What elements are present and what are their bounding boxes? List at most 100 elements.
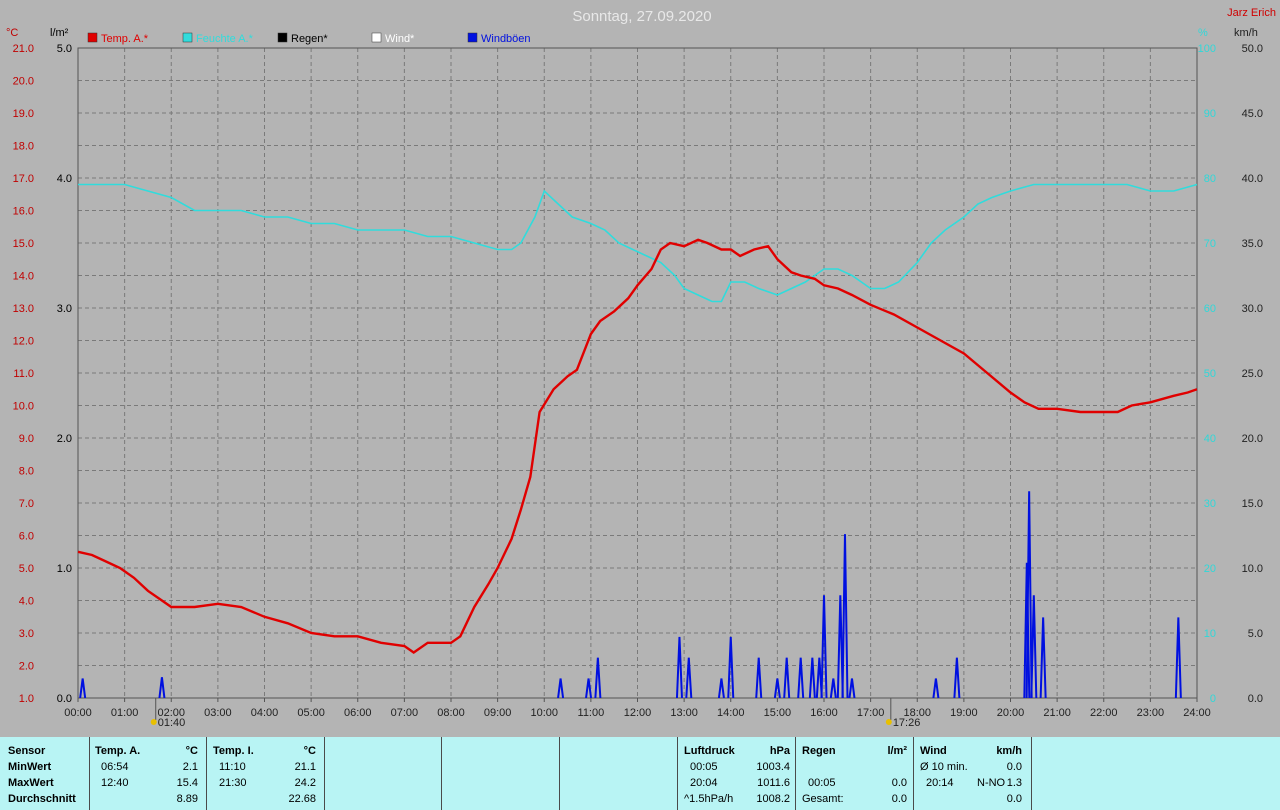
temp-axis-unit: °C [6, 27, 18, 39]
x-tick-label: 08:00 [437, 707, 465, 719]
temp-i-max-val: 24.2 [294, 777, 316, 789]
x-tick-label: 01:00 [111, 707, 139, 719]
x-tick-label: 17:00 [857, 707, 885, 719]
sensor-header: Sensor [8, 745, 46, 757]
wind-axis-unit: km/h [1234, 27, 1258, 39]
wind-tick-label: 45.0 [1242, 108, 1263, 120]
temp-tick-label: 6.0 [19, 531, 34, 543]
temp-tick-label: 16.0 [13, 206, 34, 218]
x-tick-label: 07:00 [391, 707, 419, 719]
x-tick-label: 24:00 [1183, 707, 1211, 719]
time-marker-label: 01:40 [158, 717, 186, 729]
wind-tick-label: 40.0 [1242, 173, 1263, 185]
chart-legend: Temp. A.* Feuchte A.* Regen* Wind* Windböen [87, 32, 531, 45]
temp-tick-label: 1.0 [19, 693, 34, 705]
wind-tick-label: 20.0 [1242, 433, 1263, 445]
rain-total-label: Gesamt: [802, 793, 844, 805]
wind-avg-label: Ø 10 min. [920, 761, 968, 773]
humidity-tick-label: 40 [1204, 433, 1216, 445]
legend-label: Regen* [291, 33, 328, 45]
author-label: Jarz Erich [1227, 7, 1276, 19]
row-avg-label: Durchschnitt [8, 793, 76, 805]
humidity-tick-label: 70 [1204, 238, 1216, 250]
x-tick-label: 22:00 [1090, 707, 1118, 719]
wind-tick-label: 5.0 [1248, 628, 1263, 640]
wind-header: Wind [920, 745, 947, 757]
wind-max-val: 1.3 [1006, 777, 1022, 789]
pressure-trend-val: 1008.2 [756, 793, 790, 805]
gust-spike [1174, 617, 1182, 699]
sun-icon [150, 719, 157, 725]
wind-tick-label: 0.0 [1248, 693, 1263, 705]
gust-spike [932, 678, 940, 699]
x-tick-label: 15:00 [764, 707, 792, 719]
wind-tick-label: 25.0 [1242, 368, 1263, 380]
temp-a-max-val: 15.4 [176, 777, 198, 789]
wind-tick-label: 35.0 [1242, 238, 1263, 250]
humidity-tick-label: 100 [1198, 43, 1216, 55]
legend-swatch [467, 32, 478, 43]
temp-a-header: Temp. A. [95, 745, 141, 757]
temp-tick-label: 14.0 [13, 271, 34, 283]
humidity-tick-label: 10 [1204, 628, 1216, 640]
temp-tick-label: 8.0 [19, 466, 34, 478]
x-tick-label: 09:00 [484, 707, 512, 719]
legend-label: Wind* [385, 33, 415, 45]
rain-tick-label: 2.0 [57, 433, 72, 445]
pressure-max-time: 20:04 [690, 777, 718, 789]
temp-i-header: Temp. I. [213, 745, 254, 757]
gust-spike [685, 657, 693, 699]
row-max-label: MaxWert [8, 777, 54, 789]
wind-unit: km/h [996, 745, 1022, 757]
gust-spike [755, 657, 763, 699]
humidity-tick-label: 60 [1204, 303, 1216, 315]
x-tick-label: 19:00 [950, 707, 978, 719]
x-tick-label: 23:00 [1137, 707, 1165, 719]
gust-spike [841, 534, 849, 699]
row-min-label: MinWert [8, 761, 52, 773]
wind-tick-label: 30.0 [1242, 303, 1263, 315]
temp-tick-label: 12.0 [13, 336, 34, 348]
x-tick-label: 21:00 [1043, 707, 1071, 719]
sun-icon [885, 719, 892, 725]
humidity-tick-label: 50 [1204, 368, 1216, 380]
temp-tick-label: 15.0 [13, 238, 34, 250]
humidity-tick-label: 90 [1204, 108, 1216, 120]
x-tick-label: 11:00 [578, 707, 605, 719]
pressure-min-time: 00:05 [690, 761, 718, 773]
temp-tick-label: 21.0 [13, 43, 34, 55]
temp-tick-label: 3.0 [19, 628, 34, 640]
x-tick-label: 16:00 [810, 707, 838, 719]
x-tick-label: 14:00 [717, 707, 745, 719]
temp-tick-label: 4.0 [19, 596, 34, 608]
gust-spike [675, 636, 683, 699]
gust-spike [79, 678, 87, 699]
gust-spike [158, 677, 166, 699]
temp-tick-label: 9.0 [19, 433, 34, 445]
x-tick-label: 04:00 [251, 707, 279, 719]
temp-tick-label: 11.0 [13, 368, 34, 380]
temp-tick-label: 5.0 [19, 563, 34, 575]
wind-avg-val: 0.0 [1006, 761, 1022, 773]
pressure-min-val: 1003.4 [756, 761, 790, 773]
humidity-tick-label: 30 [1204, 498, 1216, 510]
temp-tick-label: 19.0 [13, 108, 34, 120]
summary-panel: Sensor MinWert MaxWert Durchschnitt Temp… [0, 737, 1280, 810]
wind-tick-label: 50.0 [1242, 43, 1263, 55]
legend-swatch [182, 32, 193, 43]
x-tick-label: 12:00 [624, 707, 652, 719]
x-tick-label: 05:00 [297, 707, 325, 719]
temp-i-avg: 22.68 [288, 793, 316, 805]
pressure-header: Luftdruck [684, 745, 735, 757]
x-tick-label: 00:00 [64, 707, 92, 719]
gust-spike [585, 678, 593, 699]
pressure-unit: hPa [769, 745, 790, 757]
pressure-max-val: 1011.6 [757, 777, 790, 789]
gust-spike [717, 678, 725, 699]
temp-i-unit: °C [303, 745, 316, 757]
gust-spike [594, 657, 602, 699]
temp-a-min-val: 2.1 [182, 761, 198, 773]
time-marker-label: 17:26 [893, 717, 921, 729]
humidity-tick-label: 0 [1210, 693, 1216, 705]
humidity-axis-unit: % [1198, 27, 1208, 39]
